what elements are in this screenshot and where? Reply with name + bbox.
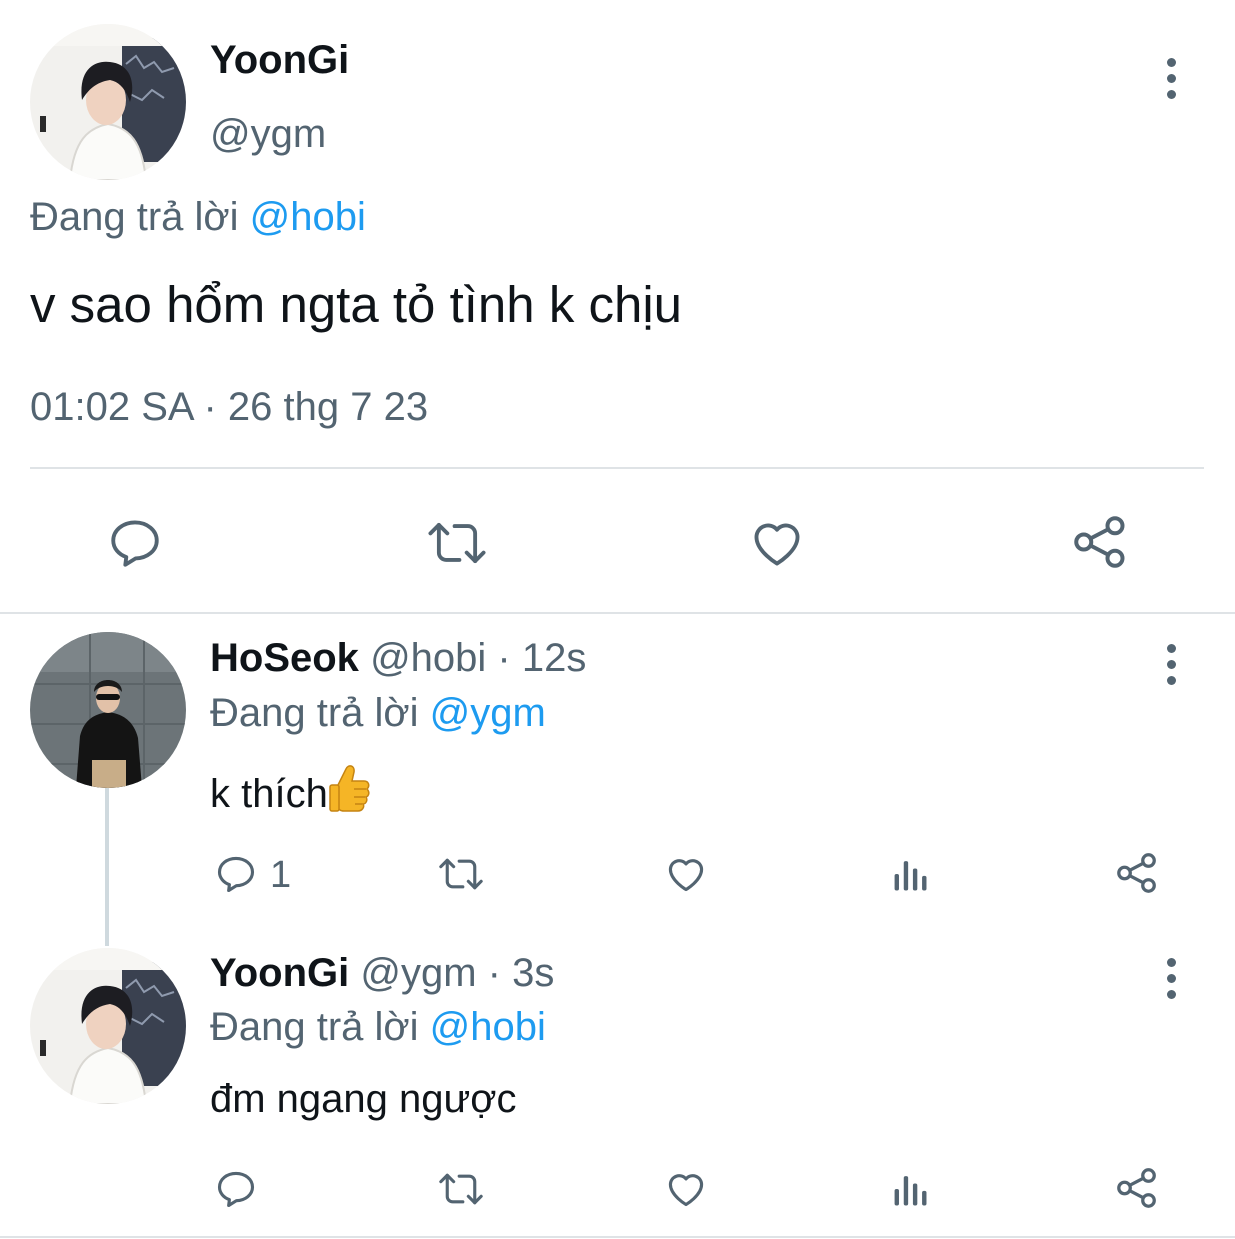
bottom-divider: [0, 1236, 1235, 1238]
display-name[interactable]: YoonGi: [210, 951, 349, 995]
share-icon[interactable]: [1114, 850, 1160, 896]
mention-link[interactable]: @ygm: [430, 691, 546, 735]
avatar[interactable]: [30, 632, 186, 788]
reply-icon[interactable]: [214, 1167, 258, 1211]
views-icon[interactable]: [890, 1167, 934, 1211]
handle[interactable]: @ygm: [360, 951, 476, 995]
reply-context: Đang trả lời @hobi: [210, 1005, 546, 1050]
mention-link[interactable]: @hobi: [430, 1005, 546, 1049]
like-icon[interactable]: [748, 514, 806, 572]
reply-context-label: Đang trả lời: [30, 195, 239, 239]
display-name[interactable]: YoonGi: [210, 38, 349, 83]
reply-context: Đang trả lời @hobi: [30, 195, 366, 240]
avatar[interactable]: [30, 948, 186, 1104]
more-options-icon[interactable]: [1161, 644, 1181, 692]
reply-context-label: Đang trả lời: [210, 1005, 419, 1049]
retweet-icon[interactable]: [436, 1167, 486, 1211]
share-icon[interactable]: [1070, 512, 1130, 572]
display-name[interactable]: HoSeok: [210, 636, 359, 680]
reply-text-row: k thích: [210, 761, 370, 823]
section-divider: [0, 612, 1235, 614]
thread-line: [105, 788, 109, 946]
tweet-timestamp[interactable]: 01:02 SA · 26 thg 7 23: [30, 385, 428, 430]
thumbs-up-emoji: [328, 761, 370, 823]
reply-icon[interactable]: [214, 852, 258, 896]
reply-time[interactable]: · 3s: [488, 951, 555, 995]
reply-icon[interactable]: [106, 514, 164, 572]
reply-header: HoSeok @hobi · 12s: [210, 636, 586, 681]
handle[interactable]: @ygm: [210, 112, 326, 157]
reply-text: k thích: [210, 772, 328, 816]
tweet-text: v sao hổm ngta tỏ tình k chịu: [30, 276, 683, 333]
divider: [30, 467, 1204, 469]
mention-link[interactable]: @hobi: [250, 195, 366, 239]
more-options-icon[interactable]: [1161, 958, 1181, 1006]
retweet-icon[interactable]: [436, 852, 486, 896]
more-options-icon[interactable]: [1161, 58, 1181, 106]
like-icon[interactable]: [664, 1167, 708, 1211]
handle[interactable]: @hobi: [370, 636, 486, 680]
reply-header: YoonGi @ygm · 3s: [210, 951, 554, 996]
reply-text: đm ngang ngược: [210, 1077, 517, 1121]
reply-context: Đang trả lời @ygm: [210, 691, 546, 736]
reply-context-label: Đang trả lời: [210, 691, 419, 735]
reply-count: 1: [270, 854, 292, 896]
retweet-icon[interactable]: [424, 514, 490, 572]
avatar[interactable]: [30, 24, 186, 180]
like-icon[interactable]: [664, 852, 708, 896]
reply-time[interactable]: · 12s: [497, 636, 586, 680]
share-icon[interactable]: [1114, 1165, 1160, 1211]
views-icon[interactable]: [890, 852, 934, 896]
